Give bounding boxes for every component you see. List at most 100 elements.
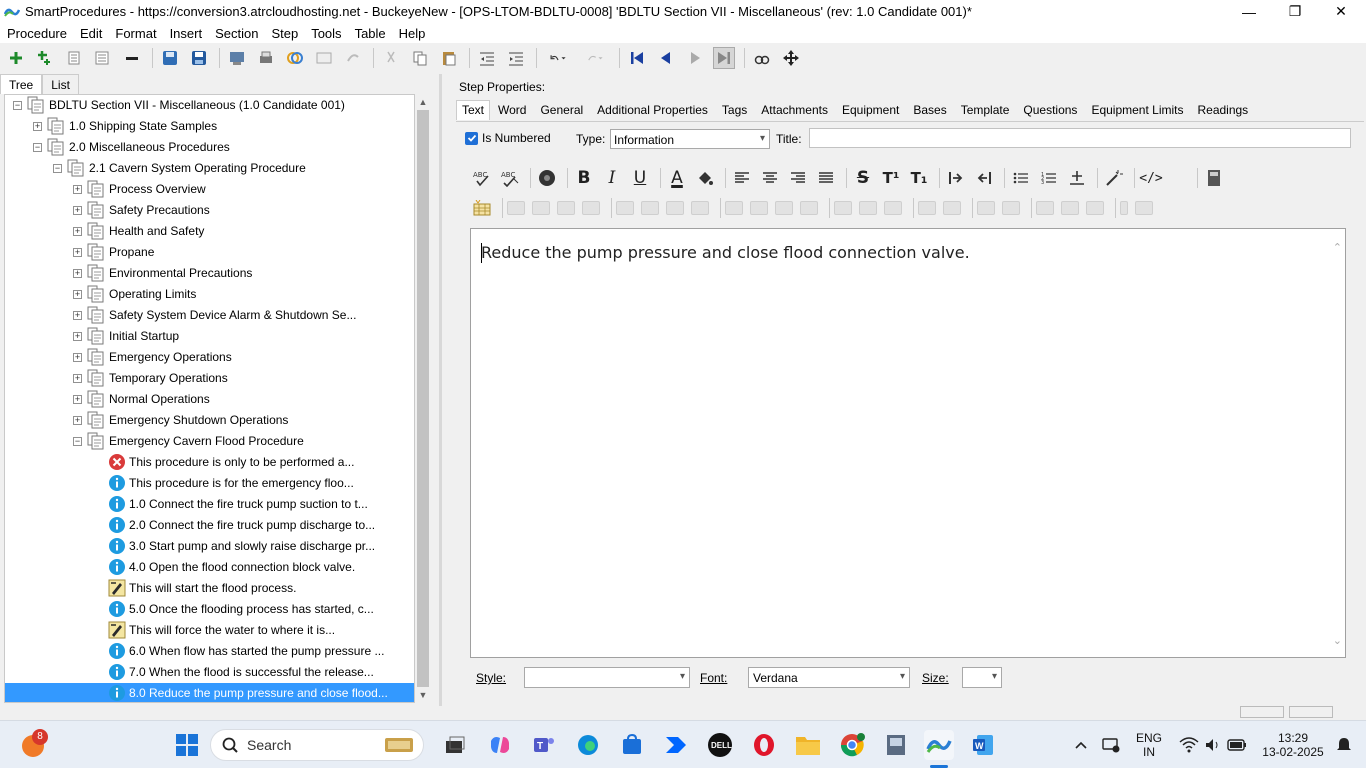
tree-item[interactable]: This procedure is only to be performed a… — [5, 452, 414, 473]
battery-icon[interactable] — [1222, 730, 1252, 760]
move-icon[interactable] — [780, 47, 802, 69]
collapse-icon[interactable]: − — [33, 143, 42, 152]
expand-icon[interactable]: + — [73, 269, 82, 278]
split-cells-icon[interactable] — [666, 201, 684, 215]
tree-item-selected[interactable]: 8.0 Reduce the pump pressure and close f… — [5, 683, 414, 702]
insert-table-icon[interactable] — [470, 197, 494, 219]
subscript-button[interactable]: T₁ — [907, 167, 931, 189]
copilot-icon[interactable] — [485, 730, 515, 760]
collapse-icon[interactable]: − — [13, 101, 22, 110]
style-select[interactable]: ▾ — [524, 667, 690, 688]
power-automate-icon[interactable] — [661, 730, 691, 760]
insert-column-right-icon[interactable] — [750, 201, 768, 215]
move-up-icon[interactable] — [834, 201, 852, 215]
move-down-icon[interactable] — [859, 201, 877, 215]
tab-tree[interactable]: Tree — [0, 74, 43, 94]
column-width-icon[interactable] — [1002, 201, 1020, 215]
title-input[interactable] — [809, 128, 1351, 148]
menu-insert[interactable]: Insert — [170, 26, 203, 41]
panel-splitter[interactable] — [439, 74, 442, 706]
expand-icon[interactable]: + — [73, 416, 82, 425]
print-preview-icon[interactable] — [1202, 167, 1226, 189]
tree-item[interactable]: 6.0 When flow has started the pump press… — [5, 641, 414, 662]
file-explorer-icon[interactable] — [793, 730, 823, 760]
tree-item[interactable]: + Environmental Precautions — [5, 263, 414, 284]
add-icon[interactable] — [5, 47, 27, 69]
window-icon[interactable] — [313, 47, 335, 69]
menu-section[interactable]: Section — [215, 26, 258, 41]
store-icon[interactable] — [617, 730, 647, 760]
expand-icon[interactable]: + — [73, 395, 82, 404]
export-icon[interactable] — [226, 47, 248, 69]
tab-general[interactable]: General — [534, 100, 589, 120]
tree-item[interactable]: This procedure is for the emergency floo… — [5, 473, 414, 494]
menu-step[interactable]: Step — [271, 26, 298, 41]
expand-icon[interactable]: + — [73, 185, 82, 194]
show-hidden-icons-icon[interactable] — [1066, 730, 1096, 760]
tree-item[interactable]: + Safety System Device Alarm & Shutdown S… — [5, 305, 414, 326]
type-select[interactable]: Information ▾ — [610, 129, 770, 149]
indent-decrease-icon[interactable] — [972, 167, 996, 189]
align-left-icon[interactable] — [730, 167, 754, 189]
scroll-thumb[interactable] — [417, 110, 429, 687]
tree-item[interactable]: 2.0 Connect the fire truck pump discharg… — [5, 515, 414, 536]
horizontal-bar-icon[interactable] — [1135, 201, 1153, 215]
cell-color-icon[interactable] — [691, 201, 709, 215]
close-button[interactable]: ✕ — [1318, 0, 1364, 23]
print-icon[interactable] — [255, 47, 277, 69]
align-bottom-icon[interactable] — [1086, 201, 1104, 215]
teams-icon[interactable]: T — [529, 730, 559, 760]
previous-icon[interactable] — [655, 47, 677, 69]
menu-format[interactable]: Format — [115, 26, 156, 41]
tab-attachments[interactable]: Attachments — [755, 100, 834, 120]
editor-scroll-down-icon[interactable]: ⌄ — [1333, 634, 1342, 647]
tree-item[interactable]: − 2.1 Cavern System Operating Procedure — [5, 158, 414, 179]
tree-item[interactable]: + Propane — [5, 242, 414, 263]
indent-right-icon[interactable] — [505, 47, 527, 69]
vertical-bar-icon[interactable] — [1120, 201, 1128, 215]
expand-icon[interactable]: + — [73, 353, 82, 362]
bullet-list-icon[interactable] — [1009, 167, 1033, 189]
indent-increase-icon[interactable] — [944, 167, 968, 189]
menu-table[interactable]: Table — [355, 26, 386, 41]
tab-text[interactable]: Text — [456, 100, 491, 120]
expand-icon[interactable]: + — [73, 206, 82, 215]
tree-item[interactable]: This will force the water to where it is… — [5, 620, 414, 641]
align-center-icon[interactable] — [758, 167, 782, 189]
language-indicator[interactable]: ENG IN — [1134, 731, 1164, 759]
tree-item[interactable]: + Operating Limits — [5, 284, 414, 305]
tree-item[interactable]: 4.0 Open the flood connection block valv… — [5, 557, 414, 578]
border-none-icon[interactable] — [943, 201, 961, 215]
tree-item[interactable]: 7.0 When the flood is successful the rel… — [5, 662, 414, 683]
tab-tags[interactable]: Tags — [716, 100, 753, 120]
last-icon[interactable] — [713, 47, 735, 69]
taskbar-search[interactable]: Search — [210, 729, 424, 761]
link-icon[interactable] — [284, 47, 306, 69]
next-icon[interactable] — [684, 47, 706, 69]
paste-icon[interactable] — [438, 47, 460, 69]
cell-properties-icon[interactable] — [616, 201, 634, 215]
copy-icon[interactable] — [409, 47, 431, 69]
editor-scroll-up-icon[interactable]: ⌃ — [1333, 241, 1342, 254]
tree-item[interactable]: +1.0 Shipping State Samples — [5, 116, 414, 137]
superscript-button[interactable]: T¹ — [879, 167, 903, 189]
word-icon[interactable]: W — [968, 730, 998, 760]
numbered-list-icon[interactable]: 123 — [1037, 167, 1061, 189]
expand-icon[interactable]: + — [33, 122, 42, 131]
first-icon[interactable] — [626, 47, 648, 69]
find-icon[interactable] — [751, 47, 773, 69]
indent-left-icon[interactable] — [476, 47, 498, 69]
tab-equipment[interactable]: Equipment — [836, 100, 905, 120]
italic-button[interactable]: I — [600, 167, 624, 189]
delete-column-icon[interactable] — [557, 201, 575, 215]
edge-icon[interactable] — [573, 730, 603, 760]
task-view-icon[interactable] — [440, 730, 470, 760]
tree-item[interactable]: + Initial Startup — [5, 326, 414, 347]
scroll-down-icon[interactable]: ▼ — [415, 687, 431, 703]
remove-icon[interactable] — [121, 47, 143, 69]
align-right-icon[interactable] — [786, 167, 810, 189]
menu-tools[interactable]: Tools — [311, 26, 341, 41]
magic-wand-icon[interactable] — [1102, 167, 1126, 189]
font-color-button[interactable]: A — [665, 167, 689, 189]
tab-bases[interactable]: Bases — [907, 100, 952, 120]
